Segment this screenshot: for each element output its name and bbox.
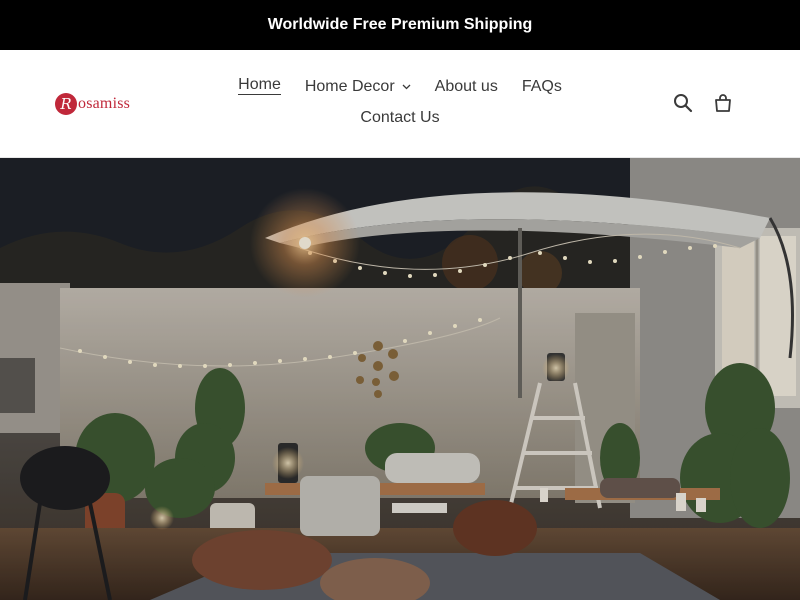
nav-home-decor[interactable]: Home Decor (293, 70, 423, 103)
site-header: R osamiss Home Home Decor About us FAQs … (0, 50, 800, 158)
nav-contact-us[interactable]: Contact Us (348, 103, 451, 132)
nav-contact-us-label: Contact Us (360, 109, 440, 126)
header-icons (672, 92, 734, 114)
announcement-text: Worldwide Free Premium Shipping (267, 16, 533, 33)
cart-icon (715, 94, 731, 112)
search-icon (674, 94, 693, 113)
nav-home[interactable]: Home (226, 70, 293, 103)
hero-banner (0, 158, 800, 600)
logo-mark: R (55, 93, 77, 115)
nav-about-us[interactable]: About us (423, 70, 510, 103)
nav-home-label: Home (238, 76, 281, 95)
main-navigation: Home Home Decor About us FAQs Contact Us (220, 70, 580, 132)
nav-faqs[interactable]: FAQs (510, 70, 574, 103)
site-logo[interactable]: R osamiss (55, 90, 130, 118)
search-button[interactable] (672, 92, 694, 114)
announcement-bar: Worldwide Free Premium Shipping (0, 0, 800, 50)
hero-image (0, 158, 800, 600)
nav-about-us-label: About us (434, 78, 498, 95)
nav-faqs-label: FAQs (521, 78, 562, 95)
cart-button[interactable] (712, 92, 734, 114)
nav-home-decor-label: Home Decor (304, 78, 395, 95)
logo-text: osamiss (78, 95, 131, 112)
chevron-down-icon (402, 84, 411, 89)
